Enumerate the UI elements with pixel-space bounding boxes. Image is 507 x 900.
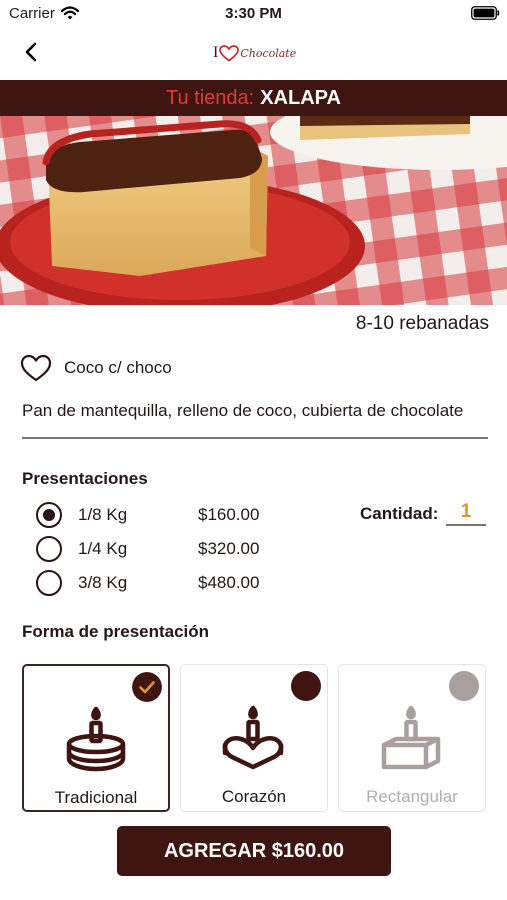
logo-heart-icon (219, 44, 240, 62)
product-name: Coco c/ choco (64, 358, 172, 377)
logo-wordmark: Chocolate (240, 46, 297, 60)
size-option-3-8[interactable]: 3/8 Kg $480.00 (36, 570, 286, 596)
radio-button[interactable] (36, 502, 62, 528)
size-label: 1/8 Kg (78, 505, 128, 524)
store-banner: Tu tienda: XALAPA (0, 80, 507, 116)
shape-label: Rectangular (366, 787, 458, 806)
unavailable-indicator (449, 671, 479, 701)
brand-logo: I Chocolate (213, 41, 296, 65)
battery-icon (471, 6, 500, 20)
size-option-1-4[interactable]: 1/4 Kg $320.00 (36, 536, 286, 562)
size-price: $320.00 (198, 539, 260, 558)
size-price: $480.00 (198, 573, 260, 592)
size-label: 1/4 Kg (78, 539, 128, 558)
shape-option-tradicional[interactable]: Tradicional (22, 664, 170, 812)
quantity-label: Cantidad: (360, 504, 439, 523)
product-description: Pan de mantequilla, relleno de coco, cub… (22, 401, 464, 420)
size-label: 3/8 Kg (78, 573, 128, 592)
product-image (0, 116, 507, 305)
checkmark-icon (132, 672, 162, 702)
status-bar: Carrier 3:30 PM (0, 0, 507, 28)
shape-title: Forma de presentación (22, 622, 210, 641)
shape-option-corazon[interactable]: Corazón (180, 664, 328, 812)
quantity-input[interactable] (446, 500, 486, 526)
unselected-indicator (291, 671, 321, 701)
rectangular-cake-icon (381, 705, 441, 770)
status-time: 3:30 PM (225, 5, 282, 22)
radio-button[interactable] (36, 536, 62, 562)
size-option-1-8[interactable]: 1/8 Kg $160.00 (36, 502, 286, 528)
radio-button[interactable] (36, 570, 62, 596)
shape-label: Corazón (221, 787, 287, 806)
navigation-bar: I Chocolate (0, 28, 507, 78)
heart-cake-icon (222, 705, 284, 770)
store-label: Tu tienda: (166, 86, 255, 109)
store-name: XALAPA (260, 86, 341, 109)
shape-label: Tradicional (54, 788, 138, 807)
presentations-title: Presentaciones (22, 469, 148, 488)
divider (22, 437, 488, 439)
round-cake-icon (66, 706, 126, 772)
heart-outline-icon[interactable] (20, 354, 52, 382)
chevron-left-icon[interactable] (23, 41, 39, 63)
logo-letter: I (213, 44, 219, 61)
portion-info: 8-10 rebanadas (355, 313, 489, 334)
add-to-cart-button[interactable]: AGREGAR $160.00 (117, 826, 391, 876)
size-price: $160.00 (198, 505, 260, 524)
shape-option-rectangular[interactable]: Rectangular (338, 664, 486, 812)
